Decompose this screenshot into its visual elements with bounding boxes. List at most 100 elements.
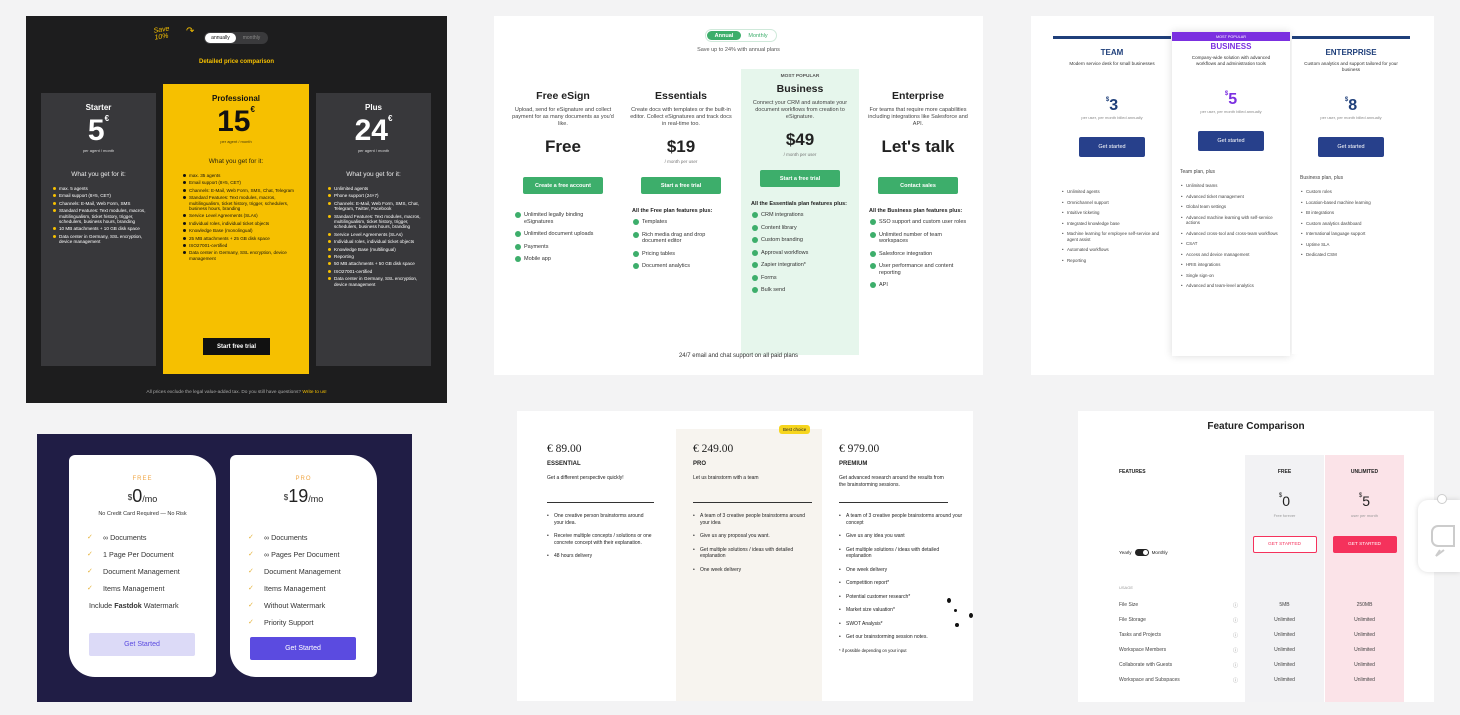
plan-price: 24€: [354, 114, 393, 147]
plan-price: Free: [545, 137, 581, 156]
feature-item: Access and device management: [1181, 252, 1282, 258]
feature-item: One week delivery: [693, 567, 812, 574]
plan-description: Get a different perspective quickly!: [547, 475, 654, 503]
tier-description: Modern service desk for small businesses: [1069, 61, 1155, 66]
info-icon[interactable]: ⓘ: [1233, 632, 1238, 639]
plan-price: $49: [785, 130, 815, 149]
billing-toggle[interactable]: annually monthly: [204, 32, 268, 44]
feature-item: Rich media drag and drop document editor: [633, 231, 730, 245]
feature-item: Data center in Germany, SSL encryption, …: [183, 250, 303, 261]
feature-item: Document analytics: [633, 263, 730, 270]
write-to-us-link[interactable]: Write to us!: [302, 390, 326, 395]
toggle-monthly[interactable]: monthly: [236, 33, 267, 43]
feature-item: International language support: [1301, 231, 1402, 237]
feature-item: Competition report*: [839, 580, 963, 587]
feature-item: A team of 3 creative people brainstorms …: [693, 513, 812, 526]
feature-item: 50 MB attachments + 50 GB disk space: [328, 261, 425, 266]
feature-item: Location-based machine learning: [1301, 200, 1402, 206]
feature-item: Email support (8×5, CET): [183, 180, 303, 185]
plan-price: € 249.00: [693, 443, 734, 455]
unlimited-value: Unlimited: [1354, 662, 1375, 668]
info-icon[interactable]: ⓘ: [1233, 677, 1238, 684]
feature-list: Unlimited legally binding eSignatures Un…: [515, 212, 612, 263]
start-free-trial-button[interactable]: Start free trial: [203, 338, 270, 355]
get-started-button[interactable]: GET STARTED: [1332, 536, 1397, 553]
feature-item: Get multiple solutions / ideas with deta…: [693, 547, 812, 560]
feature-item: Advanced machine learning with self-serv…: [1181, 215, 1282, 226]
decorative-dot: [947, 598, 951, 603]
contact-sales-button[interactable]: Contact sales: [878, 177, 958, 194]
plan-business: MOST POPULAR Business Connect your CRM a…: [741, 69, 859, 355]
billing-toggle[interactable]: Annual Monthly: [705, 29, 777, 42]
start-free-trial-button[interactable]: Start a free trial: [760, 170, 840, 187]
feature-item: Machine learning for employee self-servi…: [1062, 231, 1163, 242]
toggle-annually[interactable]: annually: [205, 33, 236, 43]
feature-item: HRIS integrations: [1181, 262, 1282, 268]
feature-item: Standard Features: Text modules, macros,…: [183, 195, 303, 211]
toggle-switch[interactable]: [1134, 549, 1149, 556]
save-note: Save 10%: [153, 25, 170, 42]
feature-item: Items Management: [248, 584, 377, 593]
billing-toggle[interactable]: Yearly Monthly: [1119, 549, 1168, 556]
plan-unit: / month per user: [783, 152, 817, 157]
toggle-monthly[interactable]: Monthly: [1152, 550, 1168, 555]
get-started-button[interactable]: Get started: [1318, 137, 1384, 157]
feature-item: Automated workflows: [1062, 247, 1163, 253]
feature-item: BI integrations: [1301, 210, 1402, 216]
row-label: File Size: [1119, 602, 1139, 608]
decorative-dot: [954, 609, 957, 612]
plan-starter: Starter 5€ per agent / month What you ge…: [41, 93, 156, 366]
features-label: FEATURES: [1119, 469, 1146, 475]
feature-item: Approval workflows: [752, 249, 849, 257]
dismiss-icon[interactable]: [1437, 494, 1447, 504]
tax-footer: All prices exclude the legal value-added…: [146, 390, 327, 395]
row-label: File Storage: [1119, 617, 1146, 623]
feature-item: ∞ Documents: [87, 533, 216, 542]
info-icon[interactable]: ⓘ: [1233, 647, 1238, 654]
tier-unit: per user, per month billed annually: [1081, 115, 1143, 120]
feature-item: Service Level Agreements (SLAs): [328, 232, 425, 237]
plan-pro: PRO $19/mo ∞ Documents ∞ Pages Per Docum…: [230, 455, 377, 677]
plan-note: No Credit Card Required — No Risk: [98, 511, 187, 517]
tier-enterprise: ENTERPRISE Custom analytics and support …: [1292, 36, 1410, 354]
save-note: Save up to 24% with annual plans: [697, 47, 780, 53]
plan-price: $5: [1358, 493, 1371, 509]
plan-description: Get advanced research around the results…: [839, 475, 948, 503]
plan-professional: Professional 15€ per agent / month What …: [163, 84, 309, 374]
tier-team: TEAM Modern service desk for small busin…: [1053, 36, 1171, 354]
info-icon[interactable]: ⓘ: [1233, 662, 1238, 669]
toggle-yearly[interactable]: Yearly: [1119, 550, 1132, 555]
feature-list: One creative person brainstorms around y…: [547, 513, 654, 560]
get-started-button[interactable]: Get Started: [250, 637, 356, 660]
side-widget-button[interactable]: [1418, 500, 1460, 572]
info-icon[interactable]: ⓘ: [1233, 617, 1238, 624]
price-comparison-link[interactable]: Detailed price comparison: [26, 59, 447, 65]
plan-premium: € 979.00 PREMIUM Get advanced research a…: [822, 411, 973, 701]
free-value: Unlimited: [1274, 662, 1295, 668]
get-started-button[interactable]: Get started: [1079, 137, 1145, 157]
feature-list: Unlimited teams Advanced ticket manageme…: [1181, 183, 1282, 289]
feature-list: SSO support and custom user roles Unlimi…: [870, 219, 967, 289]
feature-list: max. 35 agents Email support (8×5, CET) …: [183, 173, 303, 261]
info-icon[interactable]: ⓘ: [1233, 602, 1238, 609]
pricing-card-brainstorm: € 89.00 ESSENTIAL Get a different perspe…: [517, 411, 973, 701]
plan-name: UNLIMITED: [1350, 469, 1379, 475]
feature-item: Pricing tables: [633, 250, 730, 258]
toggle-annual[interactable]: Annual: [707, 31, 741, 40]
feature-item: Items Management: [87, 584, 216, 593]
get-started-button[interactable]: Get started: [1198, 131, 1264, 151]
plan-description: For teams that require more capabilities…: [868, 107, 968, 127]
table-row: File Storage ⓘ Unlimited Unlimited: [1119, 617, 1404, 625]
feature-item: CSAT: [1181, 241, 1282, 247]
toggle-monthly[interactable]: Monthly: [741, 31, 775, 40]
start-free-trial-button[interactable]: Start a free trial: [641, 177, 721, 194]
feature-item-watermark: Include Fastdok Watermark: [89, 601, 179, 610]
plan-price: € 979.00: [839, 443, 880, 455]
get-started-button[interactable]: GET STARTED: [1252, 536, 1317, 553]
feature-item: 10 MB attachments + 10 GB disk space: [53, 226, 150, 231]
free-value: Unlimited: [1274, 677, 1295, 683]
feature-item: Knowledge Base (multilingual): [328, 247, 425, 252]
get-started-button[interactable]: Get Started: [89, 633, 195, 656]
plan-sub: user per month: [1351, 513, 1378, 518]
create-free-account-button[interactable]: Create a free account: [523, 177, 603, 194]
